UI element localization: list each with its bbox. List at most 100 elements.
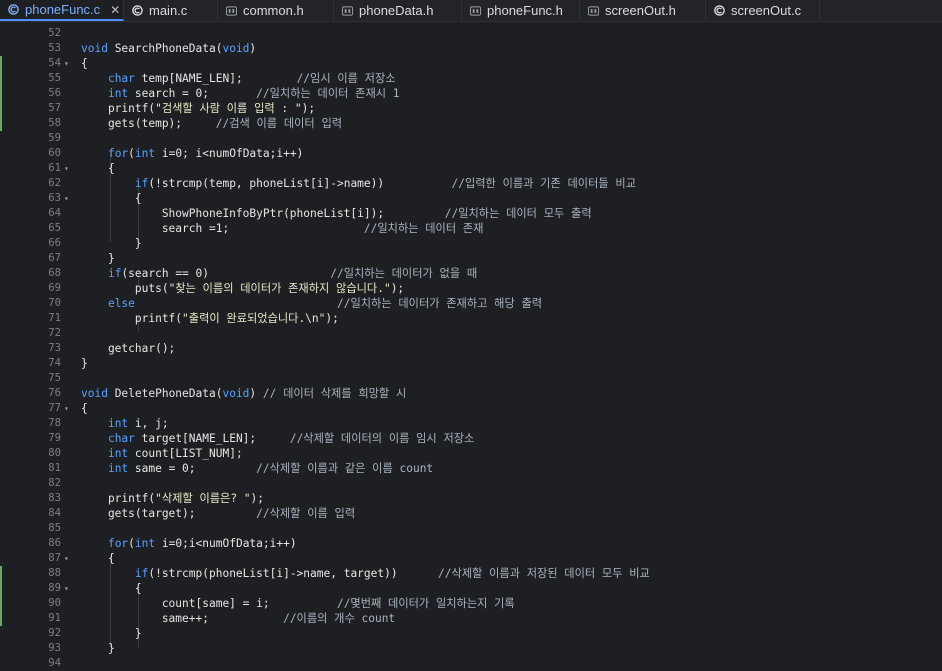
code-line[interactable]: 68 if(search == 0) //일치하는 데이터가 없을 때 (0, 266, 942, 281)
comment-token: //이름의 개수 count (283, 612, 396, 625)
code-line[interactable]: 81 int same = 0; //삭제할 이름과 같은 이름 count (0, 461, 942, 476)
code-line[interactable]: 52 (0, 26, 942, 41)
close-icon[interactable]: ✕ (110, 3, 120, 17)
code-token: gets(temp); (81, 117, 216, 130)
line-number: 57 (48, 102, 61, 114)
code-token: { (81, 402, 88, 415)
code-line[interactable]: 91 same++; //이름의 개수 count (0, 611, 942, 626)
tab-label: phoneFunc.c (25, 2, 101, 17)
line-number: 87 (48, 552, 61, 564)
code-token: { (81, 57, 88, 70)
code-line[interactable]: 76 void DeletePhoneData(void) // 데이터 삭제를 … (0, 386, 942, 401)
comment-token: //일치하는 데이터가 존재하고 해당 출력 (336, 297, 543, 310)
code-line[interactable]: 92 } (0, 626, 942, 641)
code-line[interactable]: 70 else //일치하는 데이터가 존재하고 해당 출력 (0, 296, 942, 311)
code-text: if(!strcmp(temp, phoneList[i]->name)) //… (81, 176, 636, 191)
code-line[interactable]: 69 puts("찾는 이름의 데이터가 존재하지 않습니다."); (0, 281, 942, 296)
code-text: getchar(); (81, 341, 175, 356)
code-line[interactable]: 74} (0, 356, 942, 371)
code-line[interactable]: 83 printf("삭제할 이름은? "); (0, 491, 942, 506)
code-token: } (81, 252, 115, 265)
code-token: ( (128, 147, 135, 160)
fold-chevron-icon[interactable]: ▾ (64, 191, 74, 206)
code-line[interactable]: 80 int count[LIST_NUM]; (0, 446, 942, 461)
code-token: ( (128, 537, 135, 550)
code-line[interactable]: 87 ▾ { (0, 551, 942, 566)
code-line[interactable]: 75 (0, 371, 942, 386)
code-line[interactable]: 93 } (0, 641, 942, 656)
tab-phonefunc-c[interactable]: phoneFunc.c ✕ (0, 0, 124, 21)
code-text: if(!strcmp(phoneList[i]->name, target)) … (81, 566, 650, 581)
code-line[interactable]: 86 for(int i=0;i<numOfData;i++) (0, 536, 942, 551)
tab-phonedata-h[interactable]: phoneData.h (334, 0, 462, 21)
fold-chevron-icon[interactable]: ▾ (64, 581, 74, 596)
comment-token: //삭제할 데이터의 이름 임시 저장소 (289, 432, 475, 445)
line-number: 82 (48, 477, 61, 489)
code-editor[interactable]: 52 53 void SearchPhoneData(void) 54 ▾{55 cha… (0, 22, 942, 671)
code-line[interactable]: 59 (0, 131, 942, 146)
string-token: "출력이 완료되었습니다.\n" (182, 312, 326, 325)
code-line[interactable]: 57 printf("검색할 사람 이름 입력 : "); (0, 101, 942, 116)
code-line[interactable]: 62 if(!strcmp(temp, phoneList[i]->name))… (0, 176, 942, 191)
code-line[interactable]: 82 (0, 476, 942, 491)
code-line[interactable]: 78 int i, j; (0, 416, 942, 431)
line-number: 64 (48, 207, 61, 219)
fold-chevron-icon[interactable]: ▾ (64, 401, 74, 416)
line-number: 58 (48, 117, 61, 129)
code-token: count[LIST_NUM]; (128, 447, 243, 460)
code-line[interactable]: 89 ▾ { (0, 581, 942, 596)
tab-common-h[interactable]: common.h (218, 0, 334, 21)
tab-bar: phoneFunc.c ✕ main.c common.h phoneData.h pho… (0, 0, 942, 22)
comment-token: //검색 이름 데이터 입력 (215, 117, 343, 130)
code-line[interactable]: 85 (0, 521, 942, 536)
tab-main-c[interactable]: main.c (124, 0, 218, 21)
code-line[interactable]: 66 } (0, 236, 942, 251)
code-text: { (81, 581, 142, 596)
line-number: 72 (48, 327, 61, 339)
code-text: { (81, 191, 142, 206)
code-line[interactable]: 90 count[same] = i; //몇번째 데이터가 일치하는지 기록 (0, 596, 942, 611)
keyword-token: if (134, 567, 149, 580)
code-line[interactable]: 54 ▾ { (0, 56, 942, 71)
code-line[interactable]: 88 if(!strcmp(phoneList[i]->name, target… (0, 566, 942, 581)
code-text: { (81, 161, 115, 176)
keyword-token: int (107, 87, 129, 100)
tab-phonefunc-h[interactable]: phoneFunc.h (462, 0, 580, 21)
code-line[interactable]: 94 (0, 656, 942, 671)
code-line[interactable]: 58 gets(temp); //검색 이름 데이터 입력 (0, 116, 942, 131)
code-token: { (81, 582, 142, 595)
tab-screenout-h[interactable]: screenOut.h (580, 0, 706, 21)
code-line[interactable]: 71 printf("출력이 완료되었습니다.\n"); (0, 311, 942, 326)
code-line[interactable]: 72 (0, 326, 942, 341)
code-line[interactable]: 60 for(int i=0; i<numOfData;i++) (0, 146, 942, 161)
code-line[interactable]: 73 getchar(); (0, 341, 942, 356)
code-line[interactable]: 56 int search = 0; //일치하는 데이터 존재시 1 (0, 86, 942, 101)
code-line[interactable]: 63 ▾ { (0, 191, 942, 206)
fold-chevron-icon[interactable]: ▾ (64, 161, 74, 176)
fold-chevron-icon[interactable]: ▾ (64, 56, 74, 71)
code-line[interactable]: 79 char target[NAME_LEN]; //삭제할 데이터의 이름 … (0, 431, 942, 446)
line-number: 56 (48, 87, 61, 99)
code-line[interactable]: 67 } (0, 251, 942, 266)
code-line[interactable]: 84 gets(target); //삭제할 이름 입력 (0, 506, 942, 521)
code-text: int i, j; (81, 416, 169, 431)
keyword-token: int (134, 147, 156, 160)
code-line[interactable]: 61 ▾ { (0, 161, 942, 176)
code-line[interactable]: 55 char temp[NAME_LEN]; //임시 이름 저장소 (0, 71, 942, 86)
code-line[interactable]: 53 void SearchPhoneData(void) (0, 41, 942, 56)
line-number: 68 (48, 267, 61, 279)
tab-screenout-c[interactable]: screenOut.c (706, 0, 820, 21)
code-token: search =1; (81, 222, 364, 235)
code-text: int count[LIST_NUM]; (81, 446, 243, 461)
comment-token: //임시 이름 저장소 (296, 72, 396, 85)
code-line[interactable]: 65 search =1; //일치하는 데이터 존재 (0, 221, 942, 236)
code-line[interactable]: 77 ▾ { (0, 401, 942, 416)
code-line[interactable]: 64 ShowPhoneInfoByPtr(phoneList[i]); //일… (0, 206, 942, 221)
fold-chevron-icon[interactable]: ▾ (64, 551, 74, 566)
